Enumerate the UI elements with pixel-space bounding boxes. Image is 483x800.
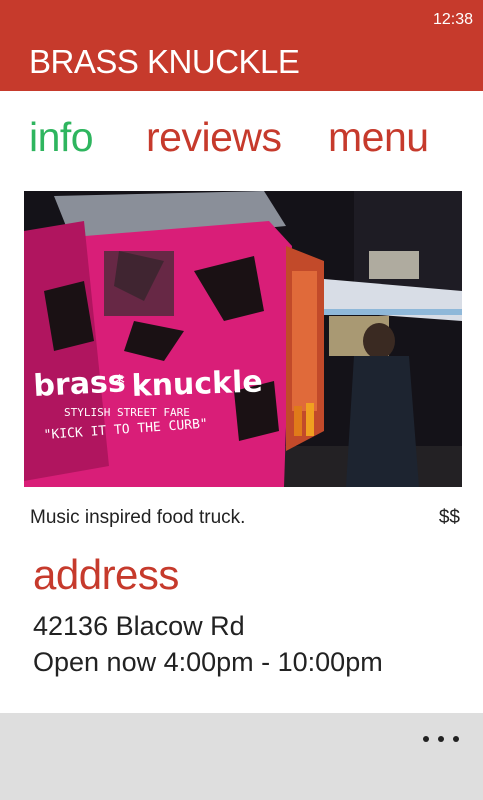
truck-description: Music inspired food truck. [30, 507, 246, 528]
svg-text:*: * [114, 372, 125, 397]
street-address[interactable]: 42136 Blacow Rd [33, 611, 245, 642]
opening-hours: Open now 4:00pm - 10:00pm [33, 647, 383, 677]
title-bar: 12:38 BRASS KNUCKLE [0, 0, 483, 91]
dot [453, 736, 459, 742]
app-title: BRASS KNUCKLE [29, 43, 300, 80]
tab-menu[interactable]: menu [328, 114, 429, 161]
dot [438, 736, 444, 742]
description-row: Music inspired food truck. $$ [30, 507, 460, 533]
tab-reviews[interactable]: reviews [146, 114, 282, 161]
svg-text:brass: brass [33, 364, 127, 404]
pivot-tabs: info reviews menu [0, 114, 483, 174]
dot [423, 736, 429, 742]
price-level: $$ [438, 507, 460, 528]
tab-info[interactable]: info [29, 114, 94, 161]
status-time: 12:38 [432, 11, 473, 28]
svg-text:STYLISH STREET FARE: STYLISH STREET FARE [64, 406, 190, 419]
svg-text:knuckle: knuckle [131, 364, 263, 404]
address-heading: address [33, 551, 179, 598]
food-truck-photo: brass * knuckle STYLISH STREET FARE "KIC… [24, 191, 462, 487]
ellipsis-icon[interactable] [421, 731, 461, 747]
app-bar [0, 713, 483, 800]
